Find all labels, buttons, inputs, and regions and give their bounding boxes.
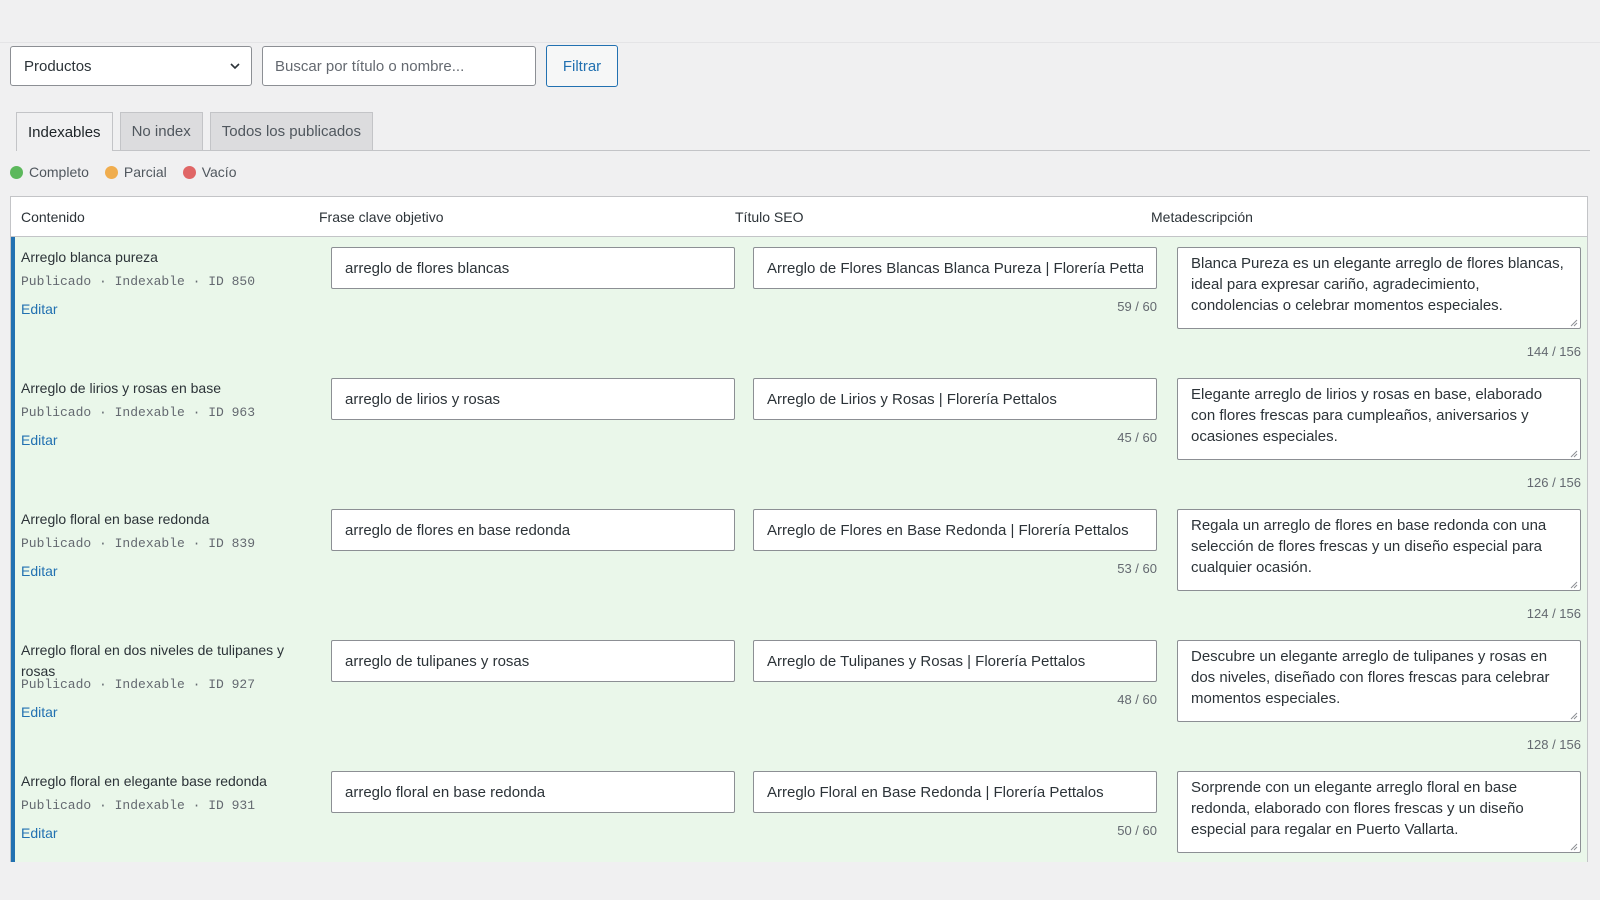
edit-link[interactable]: Editar — [21, 301, 58, 317]
keyword-input[interactable] — [331, 640, 735, 682]
legend-item-completo: Completo — [10, 164, 89, 180]
meta-description-input[interactable]: Blanca Pureza es un elegante arreglo de … — [1177, 247, 1581, 329]
keyword-input[interactable] — [331, 378, 735, 420]
table-row: Arreglo de lirios y rosas en base Public… — [11, 368, 1587, 499]
seo-title-input[interactable] — [753, 640, 1157, 682]
column-header-contenido: Contenido — [21, 209, 85, 225]
legend-label: Completo — [29, 164, 89, 180]
tab-no-index[interactable]: No index — [119, 112, 203, 150]
green-dot-icon — [10, 165, 23, 179]
product-title: Arreglo floral en base redonda — [21, 511, 210, 527]
keyword-input[interactable] — [331, 509, 735, 551]
filter-button[interactable]: Filtrar — [546, 45, 618, 87]
seo-title-input[interactable] — [753, 509, 1157, 551]
post-type-select[interactable]: Productos — [10, 46, 252, 86]
product-meta: Publicado · Indexable · ID 931 — [21, 798, 256, 813]
table-header: Contenido Frase clave objetivo Título SE… — [11, 197, 1587, 237]
orange-dot-icon — [104, 165, 118, 179]
seo-title-input[interactable] — [753, 378, 1157, 420]
edit-link[interactable]: Editar — [21, 432, 58, 448]
resize-grip-icon[interactable] — [1570, 712, 1578, 720]
table-row: Arreglo blanca pureza Publicado · Indexa… — [11, 237, 1587, 368]
seo-title-counter: 45 / 60 — [1117, 430, 1157, 445]
edit-link[interactable]: Editar — [21, 704, 58, 720]
red-dot-icon — [182, 165, 196, 179]
edit-link[interactable]: Editar — [21, 563, 58, 579]
product-meta: Publicado · Indexable · ID 963 — [21, 405, 256, 420]
search-input[interactable] — [262, 46, 536, 86]
table-row: Arreglo floral en base redonda Publicado… — [11, 499, 1587, 630]
column-header-metadescripcion: Metadescripción — [1151, 209, 1253, 225]
status-legend: Completo Parcial Vacío — [10, 164, 236, 180]
product-meta: Publicado · Indexable · ID 850 — [21, 274, 256, 289]
table-row: Arreglo floral en elegante base redonda … — [11, 761, 1587, 862]
filter-bar: Productos Filtrar — [10, 45, 618, 87]
seo-title-counter: 59 / 60 — [1117, 299, 1157, 314]
seo-title-input[interactable] — [753, 247, 1157, 289]
meta-description-input[interactable]: Elegante arreglo de lirios y rosas en ba… — [1177, 378, 1581, 460]
resize-grip-icon[interactable] — [1570, 450, 1578, 458]
meta-description-input[interactable]: Regala un arreglo de flores en base redo… — [1177, 509, 1581, 591]
tab-bar: Indexables No index Todos los publicados — [16, 112, 374, 151]
meta-description-input[interactable]: Descubre un elegante arreglo de tulipane… — [1177, 640, 1581, 722]
legend-label: Vacío — [201, 164, 237, 180]
meta-description-counter: 128 / 156 — [1526, 737, 1581, 752]
legend-item-vacio: Vacío — [182, 164, 237, 180]
admin-bottom-strip — [0, 862, 1600, 900]
tab-divider — [16, 150, 1590, 151]
product-meta: Publicado · Indexable · ID 927 — [21, 677, 256, 692]
product-title: Arreglo floral en elegante base redonda — [21, 773, 267, 789]
product-title: Arreglo de lirios y rosas en base — [21, 380, 221, 396]
meta-description-counter: 144 / 156 — [1526, 344, 1581, 359]
tab-todos-publicados[interactable]: Todos los publicados — [209, 112, 374, 150]
admin-top-strip — [0, 0, 1600, 43]
resize-grip-icon[interactable] — [1570, 843, 1578, 851]
meta-description-input[interactable]: Sorprende con un elegante arreglo floral… — [1177, 771, 1581, 853]
table-row: Arreglo floral en dos niveles de tulipan… — [11, 630, 1587, 761]
product-title: Arreglo blanca pureza — [21, 249, 158, 265]
column-header-frase-clave: Frase clave objetivo — [319, 209, 444, 225]
seo-title-input[interactable] — [753, 771, 1157, 813]
post-type-select-value: Productos — [24, 57, 92, 75]
resize-grip-icon[interactable] — [1570, 581, 1578, 589]
resize-grip-icon[interactable] — [1570, 319, 1578, 327]
seo-title-counter: 50 / 60 — [1117, 823, 1157, 838]
meta-description-counter: 126 / 156 — [1526, 475, 1581, 490]
chevron-down-icon — [230, 63, 240, 70]
seo-table: Contenido Frase clave objetivo Título SE… — [10, 196, 1588, 862]
tab-indexables[interactable]: Indexables — [16, 112, 113, 151]
column-header-titulo-seo: Título SEO — [735, 209, 804, 225]
keyword-input[interactable] — [331, 771, 735, 813]
seo-title-counter: 48 / 60 — [1117, 692, 1157, 707]
meta-description-counter: 124 / 156 — [1526, 606, 1581, 621]
product-meta: Publicado · Indexable · ID 839 — [21, 536, 256, 551]
legend-item-parcial: Parcial — [104, 164, 167, 180]
product-title: Arreglo floral en dos niveles de tulipan… — [21, 642, 285, 679]
seo-title-counter: 53 / 60 — [1117, 561, 1157, 576]
keyword-input[interactable] — [331, 247, 735, 289]
legend-label: Parcial — [123, 164, 167, 180]
edit-link[interactable]: Editar — [21, 825, 58, 841]
